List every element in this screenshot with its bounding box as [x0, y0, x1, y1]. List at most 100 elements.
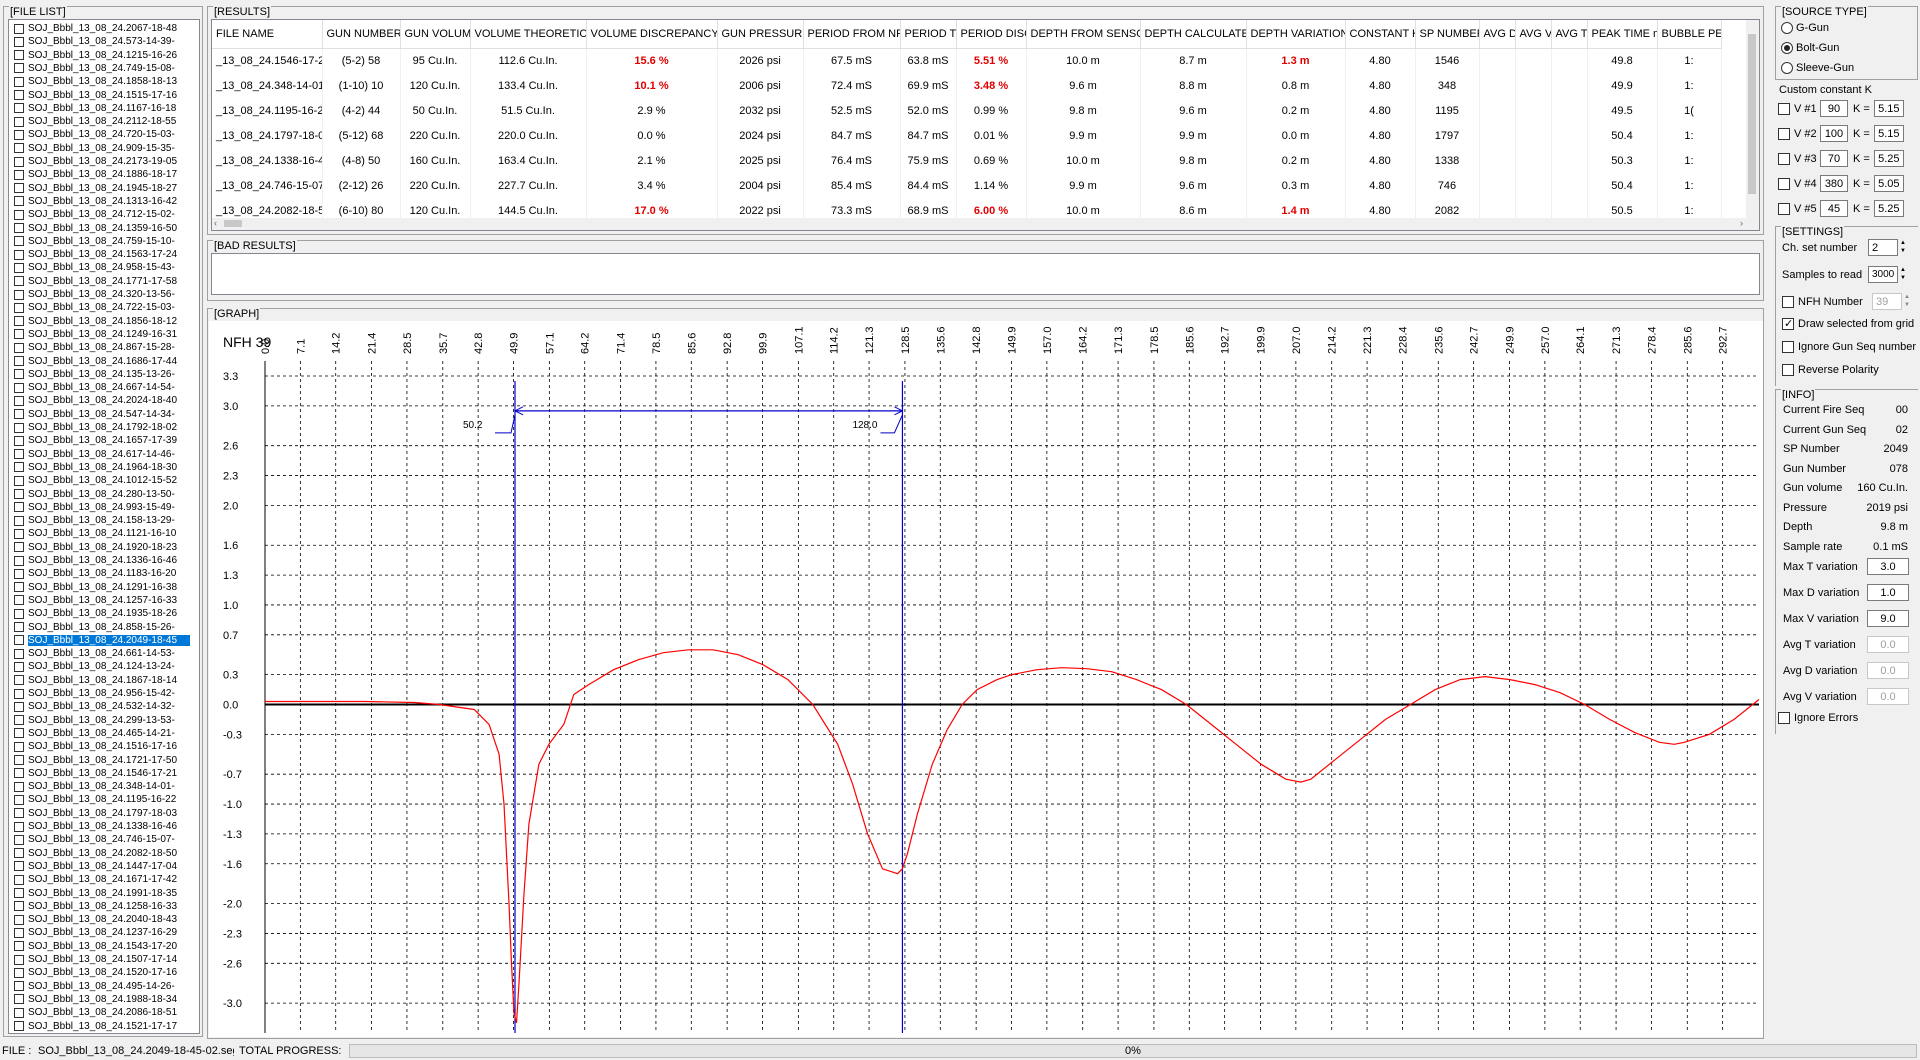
file-checkbox[interactable]	[14, 103, 24, 114]
file-checkbox[interactable]	[14, 50, 24, 61]
file-list-item[interactable]: SOJ_Bbbl_13_08_24.1991-18-35	[9, 887, 197, 900]
column-header[interactable]: PEAK TIME mS	[1587, 20, 1658, 49]
file-list-item[interactable]: SOJ_Bbbl_13_08_24.1359-16-50	[9, 222, 197, 235]
file-checkbox[interactable]	[14, 675, 24, 686]
radio-dot[interactable]	[1781, 42, 1793, 54]
file-list-item[interactable]: SOJ_Bbbl_13_08_24.1935-18-26	[9, 607, 197, 620]
file-list-item[interactable]: SOJ_Bbbl_13_08_24.1964-18-30	[9, 461, 197, 474]
file-checkbox[interactable]	[14, 994, 24, 1005]
file-list-item[interactable]: SOJ_Bbbl_13_08_24.746-15-07-	[9, 833, 197, 846]
file-list-item[interactable]: SOJ_Bbbl_13_08_24.2024-18-40	[9, 394, 197, 407]
table-row[interactable]: _13_08_24.1797-18-0 (5-12) 68 220 Cu.In. 22…	[212, 123, 1722, 148]
file-list-item[interactable]: SOJ_Bbbl_13_08_24.2049-18-45	[9, 634, 197, 647]
column-header[interactable]: VOLUME DISCREPANCY %	[586, 20, 718, 49]
v-checkbox[interactable]	[1778, 202, 1790, 215]
file-list-item[interactable]: SOJ_Bbbl_13_08_24.532-14-32-	[9, 700, 197, 713]
column-header[interactable]: PERIOD T	[900, 20, 957, 49]
v-input[interactable]: 90	[1820, 100, 1848, 117]
table-row[interactable]: _13_08_24.746-15-07 (2-12) 26 220 Cu.In. 22…	[212, 173, 1722, 198]
table-row[interactable]: _13_08_24.1338-16-4 (4-8) 50 160 Cu.In. 163…	[212, 148, 1722, 173]
table-row[interactable]: _13_08_24.348-14-01 (1-10) 10 120 Cu.In. 13…	[212, 73, 1722, 98]
spin-up-icon[interactable]: ▲	[1898, 266, 1908, 274]
table-row[interactable]: _13_08_24.1195-16-2 (4-2) 44 50 Cu.In. 51.5…	[212, 98, 1722, 123]
bad-results-list[interactable]	[211, 253, 1760, 295]
k-input[interactable]: 5.15	[1873, 125, 1904, 142]
nfh-spinner[interactable]: ▲ ▼	[1902, 293, 1912, 310]
file-checkbox[interactable]	[14, 927, 24, 938]
file-checkbox[interactable]	[14, 489, 24, 499]
file-checkbox[interactable]	[14, 169, 24, 180]
column-header[interactable]: DEPTH FROM SENSOR	[1026, 20, 1141, 49]
nfh-checkbox[interactable]	[1782, 295, 1794, 308]
file-checkbox[interactable]	[14, 515, 24, 526]
file-list-item[interactable]: SOJ_Bbbl_13_08_24.1886-18-17	[9, 168, 197, 181]
column-header[interactable]: FILE NAME	[212, 20, 323, 49]
column-header[interactable]: PERIOD DISC	[956, 20, 1027, 49]
column-header[interactable]: AVG D	[1479, 20, 1516, 49]
file-list-item[interactable]: SOJ_Bbbl_13_08_24.2086-18-51	[9, 1006, 197, 1019]
file-checkbox[interactable]	[14, 76, 24, 87]
file-checkbox[interactable]	[14, 981, 24, 992]
file-checkbox[interactable]	[14, 542, 24, 553]
file-checkbox[interactable]	[14, 409, 24, 420]
file-checkbox[interactable]	[14, 316, 24, 327]
file-checkbox[interactable]	[14, 90, 24, 100]
column-header[interactable]: AVG T	[1551, 20, 1588, 49]
spin-up-icon[interactable]: ▲	[1898, 239, 1908, 247]
v-checkbox[interactable]	[1778, 152, 1790, 165]
file-checkbox[interactable]	[14, 36, 24, 47]
v-checkbox[interactable]	[1778, 127, 1790, 140]
ignore-errors-checkbox[interactable]	[1778, 712, 1790, 724]
file-list-item[interactable]: SOJ_Bbbl_13_08_24.1945-18-27	[9, 182, 197, 195]
file-list-item[interactable]: SOJ_Bbbl_13_08_24.1516-17-16	[9, 740, 197, 753]
draw-selected-checkbox[interactable]	[1782, 317, 1794, 330]
file-list-item[interactable]: SOJ_Bbbl_13_08_24.1515-17-16	[9, 89, 197, 102]
max-d-input[interactable]: 1.0	[1867, 584, 1909, 601]
file-checkbox[interactable]	[14, 595, 24, 606]
file-list-item[interactable]: SOJ_Bbbl_13_08_24.1195-16-22	[9, 793, 197, 806]
file-checkbox[interactable]	[14, 462, 24, 473]
file-checkbox[interactable]	[14, 116, 24, 127]
file-list-item[interactable]: SOJ_Bbbl_13_08_24.465-14-21-	[9, 727, 197, 740]
file-list-item[interactable]: SOJ_Bbbl_13_08_24.1920-18-23	[9, 541, 197, 554]
file-list-item[interactable]: SOJ_Bbbl_13_08_24.712-15-02-	[9, 208, 197, 221]
file-list-item[interactable]: SOJ_Bbbl_13_08_24.958-15-43-	[9, 261, 197, 274]
file-list-item[interactable]: SOJ_Bbbl_13_08_24.124-13-24-	[9, 660, 197, 673]
file-list-item[interactable]: SOJ_Bbbl_13_08_24.1447-17-04	[9, 860, 197, 873]
file-checkbox[interactable]	[14, 502, 24, 513]
radio-dot[interactable]	[1781, 22, 1793, 34]
file-checkbox[interactable]	[14, 555, 24, 566]
file-checkbox[interactable]	[14, 914, 24, 925]
file-list-item[interactable]: SOJ_Bbbl_13_08_24.1867-18-14	[9, 674, 197, 687]
file-list-item[interactable]: SOJ_Bbbl_13_08_24.749-15-08-	[9, 62, 197, 75]
file-checkbox[interactable]	[14, 395, 24, 406]
file-checkbox[interactable]	[14, 888, 24, 898]
file-checkbox[interactable]	[14, 941, 24, 952]
file-checkbox[interactable]	[14, 236, 24, 247]
radio-g-gun[interactable]: G-Gun	[1781, 22, 1829, 34]
reverse-polarity-row[interactable]: Reverse Polarity	[1782, 364, 1879, 376]
ignore-gun-seq-checkbox[interactable]	[1782, 341, 1794, 353]
file-list-item[interactable]: SOJ_Bbbl_13_08_24.1237-16-29	[9, 926, 197, 939]
scroll-left-icon[interactable]: ‹	[214, 218, 217, 228]
k-input[interactable]: 5.25	[1873, 150, 1904, 167]
file-checkbox[interactable]	[14, 356, 24, 366]
file-list-item[interactable]: SOJ_Bbbl_13_08_24.1291-16-38	[9, 581, 197, 594]
file-list-item[interactable]: SOJ_Bbbl_13_08_24.1336-16-46	[9, 554, 197, 567]
file-checkbox[interactable]	[14, 848, 24, 859]
file-checkbox[interactable]	[14, 755, 24, 765]
file-checkbox[interactable]	[14, 688, 24, 699]
file-list-item[interactable]: SOJ_Bbbl_13_08_24.1338-16-46	[9, 820, 197, 833]
file-list-item[interactable]: SOJ_Bbbl_13_08_24.722-15-03-	[9, 301, 197, 314]
file-list-item[interactable]: SOJ_Bbbl_13_08_24.1546-17-21	[9, 767, 197, 780]
file-list-item[interactable]: SOJ_Bbbl_13_08_24.1988-18-34	[9, 993, 197, 1006]
column-header[interactable]: GUN NUMBER	[322, 20, 401, 49]
file-checkbox[interactable]	[14, 794, 24, 805]
radio-sleeve-gun[interactable]: Sleeve-Gun	[1781, 62, 1854, 74]
spin-down-icon[interactable]: ▼	[1898, 247, 1908, 255]
scroll-right-icon[interactable]: ›	[1740, 218, 1743, 228]
file-list-item[interactable]: SOJ_Bbbl_13_08_24.299-13-53-	[9, 714, 197, 727]
file-list[interactable]: SOJ_Bbbl_13_08_24.2067-18-48 SOJ_Bbbl_13_…	[8, 19, 200, 1034]
reverse-polarity-checkbox[interactable]	[1782, 364, 1794, 376]
column-header[interactable]: GUN PRESSURE	[717, 20, 804, 49]
